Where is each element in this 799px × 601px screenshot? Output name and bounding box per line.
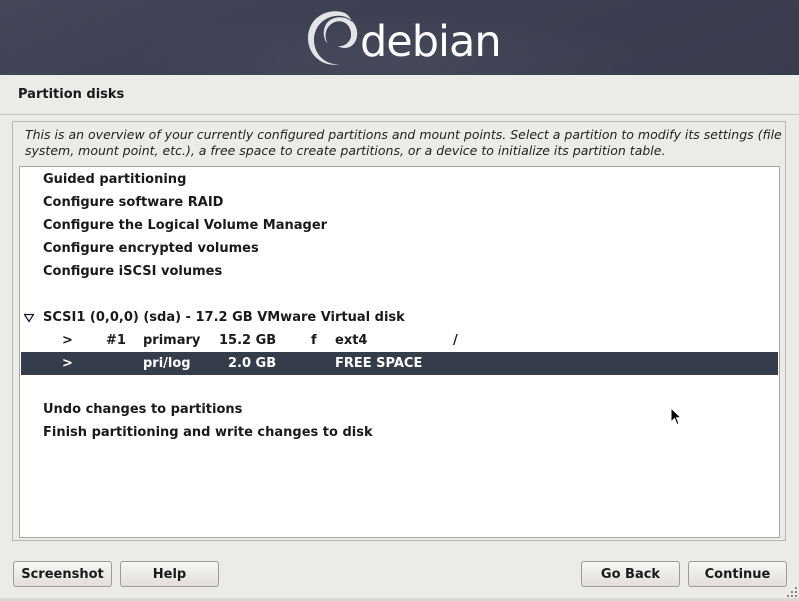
menu-item-undo-changes[interactable]: Undo changes to partitions xyxy=(21,398,778,421)
menu-item-guided-partitioning[interactable]: Guided partitioning xyxy=(21,168,778,191)
menu-item-label: Guided partitioning xyxy=(43,172,187,187)
partition-flag: f xyxy=(311,333,317,348)
menu-item-label: Configure the Logical Volume Manager xyxy=(43,218,328,233)
partition-row-free-space[interactable]: > pri/log 2.0 GB FREE SPACE xyxy=(21,352,778,375)
partition-size: 2.0 GB xyxy=(228,356,277,371)
debian-banner: debian xyxy=(0,0,799,75)
menu-item-finish-partitioning[interactable]: Finish partitioning and write changes to… xyxy=(21,421,778,444)
partition-number: #1 xyxy=(106,333,126,348)
debian-wordmark: debian xyxy=(360,17,502,67)
description-text: This is an overview of your currently co… xyxy=(25,127,782,158)
menu-item-encrypted-volumes[interactable]: Configure encrypted volumes xyxy=(21,237,778,260)
partition-marker: > xyxy=(62,333,73,348)
menu-item-label: Undo changes to partitions xyxy=(43,402,243,417)
menu-item-software-raid[interactable]: Configure software RAID xyxy=(21,191,778,214)
mouse-pointer-icon xyxy=(670,407,682,426)
menu-item-label: Finish partitioning and write changes to… xyxy=(43,425,373,440)
partition-size: 15.2 GB xyxy=(219,333,277,348)
partition-type: primary xyxy=(143,333,201,348)
go-back-button[interactable]: Go Back xyxy=(581,561,680,587)
disk-row-sda[interactable]: SCSI1 (0,0,0) (sda) - 17.2 GB VMware Vir… xyxy=(21,306,778,329)
partition-filesystem: ext4 xyxy=(335,333,368,348)
partition-type: pri/log xyxy=(143,356,191,371)
menu-item-label: Configure iSCSI volumes xyxy=(43,264,223,279)
title-divider xyxy=(0,114,799,115)
menu-item-label: Configure software RAID xyxy=(43,195,224,210)
screenshot-button[interactable]: Screenshot xyxy=(13,561,112,587)
partition-row-1[interactable]: > #1 primary 15.2 GB f ext4 / xyxy=(21,329,778,352)
partition-marker: > xyxy=(62,356,73,371)
continue-button[interactable]: Continue xyxy=(688,561,787,587)
debian-swirl-icon xyxy=(308,11,358,65)
menu-item-iscsi-volumes[interactable]: Configure iSCSI volumes xyxy=(21,260,778,283)
menu-item-lvm[interactable]: Configure the Logical Volume Manager xyxy=(21,214,778,237)
partition-mount-point: / xyxy=(453,333,458,348)
expand-triangle-icon[interactable] xyxy=(24,313,34,323)
page-title: Partition disks xyxy=(18,87,125,102)
menu-item-label: Configure encrypted volumes xyxy=(43,241,259,256)
disk-label: SCSI1 (0,0,0) (sda) - 17.2 GB VMware Vir… xyxy=(43,310,405,325)
partition-list[interactable]: Guided partitioning Configure software R… xyxy=(19,166,780,538)
resize-grip-icon[interactable] xyxy=(785,585,799,599)
partition-filesystem: FREE SPACE xyxy=(335,356,423,371)
debian-logo: debian xyxy=(304,6,502,72)
help-button[interactable]: Help xyxy=(120,561,219,587)
